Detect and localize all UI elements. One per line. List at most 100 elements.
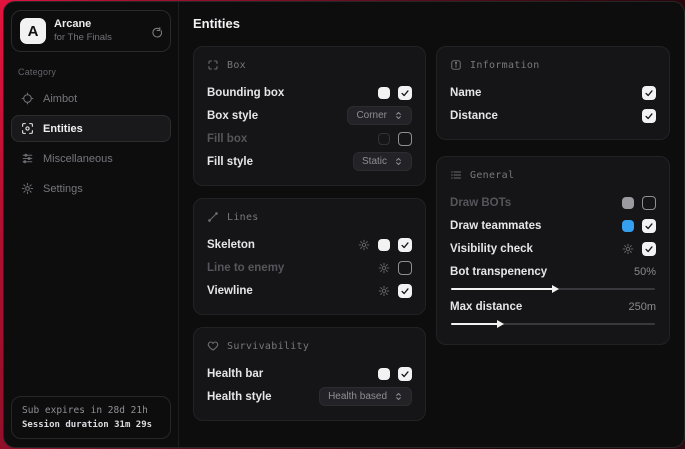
app-logo: A: [20, 18, 46, 44]
max-distance-label: Max distance: [450, 301, 522, 313]
session-duration-text: Session duration 31m 29s: [22, 420, 160, 430]
line-to-enemy-label: Line to enemy: [207, 262, 284, 274]
skeleton-settings-gear-icon[interactable]: [358, 239, 370, 251]
app-window: A Arcane for The Finals Category Aimbot …: [3, 1, 685, 448]
box-style-dropdown[interactable]: Corner: [347, 106, 412, 125]
category-label: Category: [18, 67, 171, 77]
chevron-up-down-icon: [394, 111, 403, 120]
max-distance-slider-fill[interactable]: [451, 323, 498, 325]
section-title: General: [470, 170, 514, 181]
survivability-section-card: Survivability Health bar Health style He…: [193, 327, 426, 421]
fill-style-value: Static: [362, 156, 387, 167]
bounding-box-row: Bounding box: [207, 81, 412, 104]
distance-label: Distance: [450, 110, 498, 122]
skeleton-row: Skeleton: [207, 233, 412, 256]
refresh-icon[interactable]: [149, 25, 162, 38]
subscription-status-card: Sub expires in 28d 21h Session duration …: [11, 396, 171, 439]
max-distance-value: 250m: [628, 301, 656, 313]
sliders-icon: [21, 152, 34, 165]
viewline-label: Viewline: [207, 285, 253, 297]
bot-transparency-label: Bot transpenency: [450, 266, 547, 278]
max-distance-slider[interactable]: [451, 323, 655, 325]
lines-section-card: Lines Skeleton Line to enemy: [193, 198, 426, 315]
info-icon: [450, 59, 462, 71]
skeleton-color-swatch[interactable]: [378, 239, 390, 251]
box-style-row: Box style Corner: [207, 104, 412, 127]
distance-checkbox[interactable]: [642, 109, 656, 123]
draw-bots-color-swatch[interactable]: [622, 197, 634, 209]
sidebar: A Arcane for The Finals Category Aimbot …: [4, 2, 179, 447]
fill-box-color-swatch[interactable]: [378, 133, 390, 145]
chevron-up-down-icon: [394, 157, 403, 166]
fill-box-row: Fill box: [207, 127, 412, 150]
visibility-check-checkbox[interactable]: [642, 242, 656, 256]
box-style-label: Box style: [207, 110, 258, 122]
section-title: Lines: [227, 212, 259, 223]
section-title: Box: [227, 60, 246, 71]
health-bar-label: Health bar: [207, 368, 263, 380]
draw-teammates-row: Draw teammates: [450, 214, 656, 237]
box-section-card: Box Bounding box Box style Corner: [193, 46, 426, 186]
sidebar-item-miscellaneous[interactable]: Miscellaneous: [11, 145, 171, 172]
sidebar-nav: Aimbot Entities Miscellaneous Settings: [11, 85, 171, 202]
draw-teammates-color-swatch[interactable]: [622, 220, 634, 232]
bounding-box-label: Bounding box: [207, 87, 284, 99]
fill-style-row: Fill style Static: [207, 150, 412, 173]
general-section-card: General Draw BOTs Draw teammates: [436, 156, 670, 345]
sidebar-item-label: Entities: [43, 123, 83, 135]
bot-transparency-value: 50%: [634, 266, 656, 278]
brand-card: A Arcane for The Finals: [11, 10, 171, 52]
visibility-check-settings-gear-icon[interactable]: [622, 243, 634, 255]
information-section-card: Information Name Distance: [436, 46, 670, 140]
draw-bots-checkbox[interactable]: [642, 196, 656, 210]
health-style-value: Health based: [328, 391, 387, 402]
gear-icon: [21, 182, 34, 195]
sub-expiry-text: Sub expires in 28d 21h: [22, 405, 160, 416]
viewline-checkbox[interactable]: [398, 284, 412, 298]
bounding-box-checkbox[interactable]: [398, 86, 412, 100]
box-style-value: Corner: [356, 110, 387, 121]
section-title: Survivability: [227, 341, 309, 352]
health-style-row: Health style Health based: [207, 385, 412, 408]
name-checkbox[interactable]: [642, 86, 656, 100]
name-row: Name: [450, 81, 656, 104]
main-panel: Entities Box Bounding box: [179, 2, 684, 447]
bot-transparency-slider-fill[interactable]: [451, 288, 553, 290]
health-bar-checkbox[interactable]: [398, 367, 412, 381]
skeleton-checkbox[interactable]: [398, 238, 412, 252]
box-corners-icon: [207, 59, 219, 71]
draw-teammates-checkbox[interactable]: [642, 219, 656, 233]
chevron-up-down-icon: [394, 392, 403, 401]
health-style-label: Health style: [207, 391, 272, 403]
draw-bots-row: Draw BOTs: [450, 191, 656, 214]
heart-icon: [207, 340, 219, 352]
sidebar-item-entities[interactable]: Entities: [11, 115, 171, 142]
line-to-enemy-checkbox[interactable]: [398, 261, 412, 275]
sidebar-item-label: Aimbot: [43, 93, 77, 105]
crosshair-icon: [21, 92, 34, 105]
page-title: Entities: [193, 16, 670, 31]
distance-row: Distance: [450, 104, 656, 127]
max-distance-row: Max distance 250m: [450, 297, 656, 317]
sidebar-item-label: Settings: [43, 183, 83, 195]
skeleton-label: Skeleton: [207, 239, 255, 251]
line-to-enemy-settings-gear-icon[interactable]: [378, 262, 390, 274]
sidebar-item-aimbot[interactable]: Aimbot: [11, 85, 171, 112]
fill-box-checkbox[interactable]: [398, 132, 412, 146]
health-bar-color-swatch[interactable]: [378, 368, 390, 380]
fill-box-label: Fill box: [207, 133, 247, 145]
app-subtitle: for The Finals: [54, 32, 141, 44]
sidebar-item-label: Miscellaneous: [43, 153, 113, 165]
bounding-box-color-swatch[interactable]: [378, 87, 390, 99]
draw-teammates-label: Draw teammates: [450, 220, 541, 232]
health-style-dropdown[interactable]: Health based: [319, 387, 412, 406]
viewline-settings-gear-icon[interactable]: [378, 285, 390, 297]
visibility-check-row: Visibility check: [450, 237, 656, 260]
bot-transparency-slider[interactable]: [451, 288, 655, 290]
health-bar-row: Health bar: [207, 362, 412, 385]
sidebar-item-settings[interactable]: Settings: [11, 175, 171, 202]
bot-transparency-row: Bot transpenency 50%: [450, 262, 656, 282]
fill-style-label: Fill style: [207, 156, 253, 168]
name-label: Name: [450, 87, 481, 99]
fill-style-dropdown[interactable]: Static: [353, 152, 412, 171]
